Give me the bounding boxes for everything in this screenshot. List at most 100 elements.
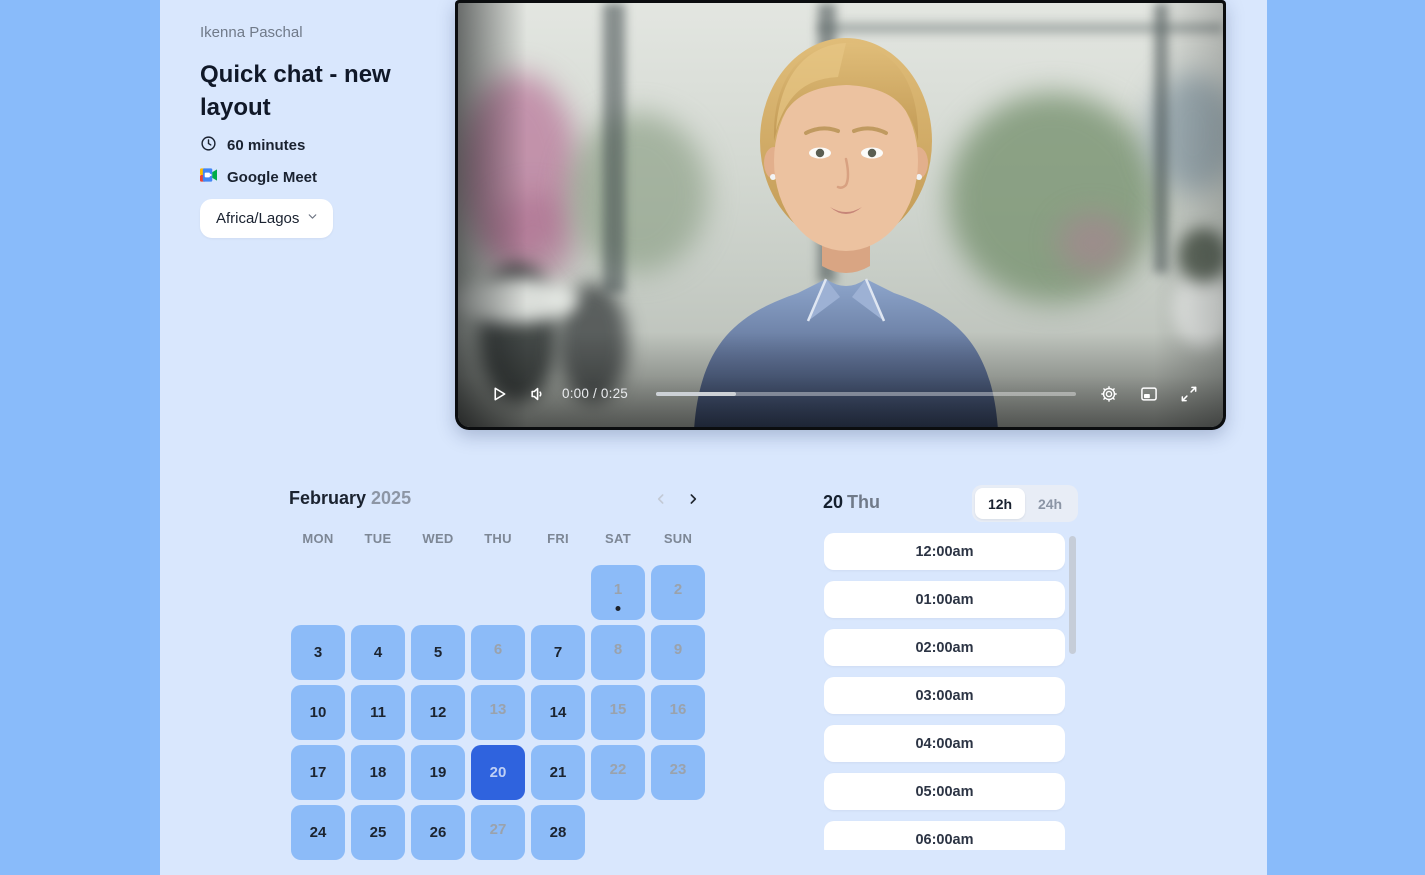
play-button[interactable]	[487, 382, 511, 406]
day-cell-13: 13	[471, 685, 525, 740]
time-slot-01:00am[interactable]: 01:00am	[824, 581, 1065, 618]
event-duration: 60 minutes	[227, 137, 305, 154]
picture-in-picture-button[interactable]	[1137, 382, 1161, 406]
timezone-selector[interactable]: Africa/Lagos	[200, 199, 333, 238]
day-cell-25[interactable]: 25	[351, 805, 405, 860]
time-slot-scrollbar[interactable]	[1069, 536, 1076, 654]
weekday-label-sat: SAT	[591, 531, 645, 546]
day-cell-10[interactable]: 10	[291, 685, 345, 740]
day-number: 4	[374, 644, 382, 661]
day-cell-8: 8	[591, 625, 645, 680]
video-frame: 0:00 / 0:25	[458, 3, 1223, 427]
day-number: 22	[610, 761, 627, 778]
time-slot-12:00am[interactable]: 12:00am	[824, 533, 1065, 570]
day-cell-1: 1	[591, 565, 645, 620]
calendar-day-grid: 1234567891011121314151617181920212223242…	[291, 565, 705, 860]
day-cell-26[interactable]: 26	[411, 805, 465, 860]
day-number: 15	[610, 701, 627, 718]
calendar-month: February	[289, 488, 366, 508]
day-cell-12[interactable]: 12	[411, 685, 465, 740]
fullscreen-button[interactable]	[1177, 382, 1201, 406]
video-controls-gradient	[458, 332, 1223, 427]
volume-button[interactable]	[526, 382, 550, 406]
previous-month-button[interactable]	[647, 485, 675, 513]
booking-page: Ikenna Paschal Quick chat - new layout 6…	[160, 0, 1267, 875]
day-cell-7[interactable]: 7	[531, 625, 585, 680]
video-time-display: 0:00 / 0:25	[562, 386, 628, 401]
weekday-label-fri: FRI	[531, 531, 585, 546]
day-number: 18	[370, 764, 387, 781]
day-cell-28[interactable]: 28	[531, 805, 585, 860]
calendar-month-header: February2025	[289, 488, 411, 509]
day-number: 3	[314, 644, 322, 661]
day-cell-27: 27	[471, 805, 525, 860]
day-cell-19[interactable]: 19	[411, 745, 465, 800]
google-meet-icon	[200, 168, 217, 186]
day-cell-24[interactable]: 24	[291, 805, 345, 860]
clock-icon	[200, 135, 217, 156]
event-location-row: Google Meet	[200, 167, 317, 187]
empty-day-cell	[291, 565, 345, 620]
day-cell-20[interactable]: 20	[471, 745, 525, 800]
day-number: 1	[614, 581, 622, 598]
video-progress-bar[interactable]	[656, 392, 1076, 396]
time-format-toggle: 12h 24h	[972, 485, 1078, 522]
time-slot-06:00am[interactable]: 06:00am	[824, 821, 1065, 850]
selected-day-number: 20	[823, 492, 843, 512]
day-cell-5[interactable]: 5	[411, 625, 465, 680]
day-cell-2: 2	[651, 565, 705, 620]
day-cell-3[interactable]: 3	[291, 625, 345, 680]
settings-button[interactable]	[1097, 382, 1121, 406]
day-cell-9: 9	[651, 625, 705, 680]
day-number: 19	[430, 764, 447, 781]
video-player[interactable]: 0:00 / 0:25	[455, 0, 1226, 430]
weekday-row: MONTUEWEDTHUFRISATSUN	[291, 531, 705, 546]
day-number: 7	[554, 644, 562, 661]
day-number: 23	[670, 761, 687, 778]
day-number: 5	[434, 644, 442, 661]
empty-day-cell	[471, 565, 525, 620]
day-cell-18[interactable]: 18	[351, 745, 405, 800]
empty-day-cell	[531, 565, 585, 620]
organizer-name: Ikenna Paschal	[200, 24, 303, 41]
time-slot-02:00am[interactable]: 02:00am	[824, 629, 1065, 666]
timezone-value: Africa/Lagos	[216, 210, 299, 227]
day-number: 16	[670, 701, 687, 718]
day-number: 24	[310, 824, 327, 841]
calendar-year: 2025	[371, 488, 411, 508]
day-number: 10	[310, 704, 327, 721]
day-cell-14[interactable]: 14	[531, 685, 585, 740]
day-cell-11[interactable]: 11	[351, 685, 405, 740]
selected-day-name: Thu	[847, 492, 880, 512]
day-number: 11	[370, 704, 386, 721]
time-slot-03:00am[interactable]: 03:00am	[824, 677, 1065, 714]
day-cell-21[interactable]: 21	[531, 745, 585, 800]
day-number: 25	[370, 824, 387, 841]
time-slot-05:00am[interactable]: 05:00am	[824, 773, 1065, 810]
selected-date-header: 20Thu	[823, 492, 880, 513]
day-number: 27	[490, 821, 507, 838]
weekday-label-thu: THU	[471, 531, 525, 546]
day-number: 26	[430, 824, 447, 841]
event-location: Google Meet	[227, 169, 317, 186]
weekday-label-mon: MON	[291, 531, 345, 546]
event-title: Quick chat - new layout	[200, 58, 405, 124]
day-cell-4[interactable]: 4	[351, 625, 405, 680]
time-slot-04:00am[interactable]: 04:00am	[824, 725, 1065, 762]
time-format-12h[interactable]: 12h	[975, 488, 1025, 519]
today-dot	[616, 606, 621, 611]
empty-day-cell	[351, 565, 405, 620]
day-number: 28	[550, 824, 567, 841]
day-number: 8	[614, 641, 622, 658]
day-number: 20	[490, 764, 507, 781]
day-cell-17[interactable]: 17	[291, 745, 345, 800]
next-month-button[interactable]	[679, 485, 707, 513]
time-format-24h[interactable]: 24h	[1025, 488, 1075, 519]
day-number: 12	[430, 704, 447, 721]
weekday-label-wed: WED	[411, 531, 465, 546]
chevron-down-icon	[306, 210, 319, 227]
day-number: 6	[494, 641, 502, 658]
event-duration-row: 60 minutes	[200, 135, 305, 155]
empty-day-cell	[411, 565, 465, 620]
day-number: 14	[550, 704, 567, 721]
